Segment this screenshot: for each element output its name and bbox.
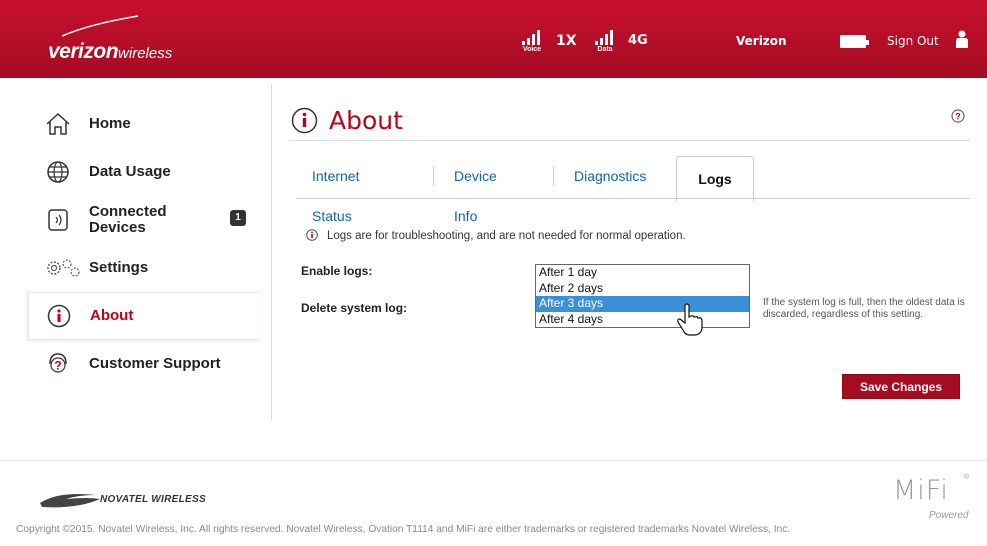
- voice-tech: 1X: [556, 33, 577, 49]
- help-icon[interactable]: ?: [951, 109, 965, 123]
- data-tech: 4G: [628, 33, 648, 48]
- device-icon: [45, 207, 71, 233]
- sidebar-item-data-usage[interactable]: Data Usage: [28, 148, 260, 196]
- mifi-registered-mark: ®: [964, 474, 970, 481]
- brand-suffix: wireless: [118, 45, 173, 62]
- sidebar-item-home[interactable]: Home: [28, 100, 260, 148]
- sidebar-item-label: Connected Devices: [89, 203, 167, 236]
- gears-icon: [45, 255, 81, 281]
- enable-logs-label: Enable logs:: [301, 264, 373, 278]
- sidebar-item-label: Customer Support: [89, 355, 221, 372]
- delete-system-log-label: Delete system log:: [301, 301, 408, 315]
- support-icon: ?: [45, 351, 71, 377]
- dropdown-option[interactable]: After 4 days: [536, 312, 749, 328]
- tab-logs[interactable]: Logs: [676, 156, 754, 201]
- home-icon: [45, 111, 71, 137]
- delete-log-help-text: If the system log is full, then the olde…: [763, 297, 965, 320]
- title-divider: [289, 140, 970, 141]
- svg-text:?: ?: [955, 112, 961, 122]
- verizon-logo: verizonwireless: [48, 40, 172, 64]
- sidebar-item-about[interactable]: About: [28, 292, 260, 340]
- data-signal-icon: Data: [592, 27, 618, 57]
- tab-separator: [433, 166, 434, 186]
- svg-text:?: ?: [54, 359, 61, 373]
- tab-device-info[interactable]: Device Info: [454, 156, 497, 224]
- sidebar-item-connected-devices[interactable]: Connected Devices 1: [28, 196, 260, 244]
- verizon-check-icon: [61, 15, 139, 37]
- info-small-icon: [306, 229, 318, 241]
- sidebar-item-customer-support[interactable]: ? Customer Support: [28, 340, 260, 388]
- carrier-name: Verizon: [736, 34, 787, 48]
- dropdown-option[interactable]: After 2 days: [536, 281, 749, 297]
- sidebar-nav: Home Data Usage Connected Devices 1 Sett…: [28, 100, 260, 388]
- tabs-divider: [296, 198, 970, 199]
- info-note-text: Logs are for troubleshooting, and are no…: [327, 230, 686, 242]
- sidebar-item-label: Home: [89, 115, 131, 132]
- voice-label: Voice: [522, 46, 542, 53]
- sidebar-divider: [271, 84, 272, 420]
- copyright-text: Copyright ©2015. Novatel Wireless, Inc. …: [16, 524, 791, 535]
- user-icon[interactable]: [954, 30, 970, 48]
- sidebar-item-settings[interactable]: Settings: [28, 244, 260, 292]
- tab-separator: [553, 166, 554, 186]
- sidebar-item-label: Data Usage: [89, 163, 171, 180]
- footer: NOVATEL WIRELESS MiFi ® Powered Copyrigh…: [0, 460, 987, 546]
- novatel-brand-text: NOVATEL WIRELESS: [100, 494, 206, 505]
- save-changes-button[interactable]: Save Changes: [842, 374, 960, 399]
- voice-signal-icon: Voice: [519, 27, 545, 57]
- sign-out-link[interactable]: Sign Out: [887, 34, 939, 48]
- page-title: About: [293, 106, 403, 135]
- dropdown-option[interactable]: After 1 day: [536, 265, 749, 281]
- dropdown-option-selected[interactable]: After 3 days: [536, 296, 749, 312]
- tab-diagnostics[interactable]: Diagnostics: [574, 156, 646, 198]
- globe-icon: [45, 159, 71, 185]
- logs-info-note: Logs are for troubleshooting, and are no…: [306, 229, 686, 242]
- info-icon: [46, 303, 72, 329]
- hand-cursor-icon: [677, 303, 703, 336]
- mifi-powered-tag: Powered: [929, 510, 969, 521]
- device-count-badge: 1: [230, 210, 246, 226]
- top-header: verizonwireless Voice 1X Data 4G Verizon…: [0, 0, 987, 78]
- tab-internet-status[interactable]: Internet Status: [312, 156, 359, 224]
- mifi-logo: MiFi: [893, 475, 949, 506]
- brand-name: verizon: [48, 40, 119, 63]
- page-title-text: About: [329, 106, 403, 135]
- sidebar-item-label: Settings: [89, 259, 149, 276]
- delete-log-dropdown-list[interactable]: After 1 day After 2 days After 3 days Af…: [535, 264, 750, 328]
- data-label: Data: [597, 46, 613, 53]
- battery-icon: [840, 35, 869, 48]
- sidebar-item-label: About: [90, 307, 134, 324]
